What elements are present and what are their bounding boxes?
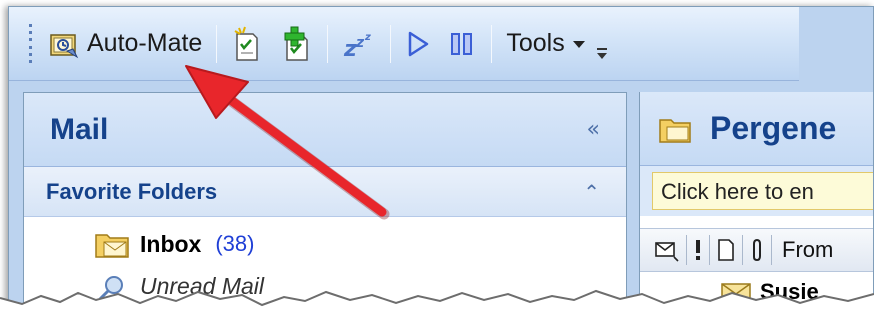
message-sender: Susie <box>760 279 819 304</box>
sleep-icon: z z z <box>343 32 371 59</box>
mail-title: Mail <box>50 112 109 146</box>
folder-header: Pergene <box>640 92 873 166</box>
play-button[interactable] <box>397 22 439 66</box>
new-task-button[interactable] <box>223 22 271 66</box>
toolbar-separator <box>327 24 329 63</box>
svg-text:z: z <box>355 35 365 51</box>
outlook-window: Auto-Mate z z z Tools Mail « Favorite Fo… <box>8 6 874 331</box>
unread-count: (38) <box>215 231 255 256</box>
toolbar-options-button[interactable] <box>595 22 615 66</box>
favorites-toggle-button[interactable]: ⌃ <box>583 180 600 204</box>
navigation-pane: Mail « Favorite Folders ⌃ Inbox (38) Unr… <box>23 92 627 330</box>
folder-name: Unread Mail <box>140 272 264 299</box>
folder-name: Inbox <box>140 230 202 257</box>
sleep-button[interactable]: z z z <box>334 22 384 66</box>
envelope-icon[interactable] <box>654 237 680 263</box>
document-icon[interactable] <box>716 237 736 263</box>
collapse-pane-button[interactable]: « <box>587 117 600 142</box>
message-row[interactable]: Susie <box>640 272 873 312</box>
dropdown-arrow-icon <box>572 40 585 48</box>
automate-button[interactable]: Auto-Mate <box>41 22 210 66</box>
toolbar-separator <box>216 24 218 63</box>
add-task-icon <box>284 26 309 61</box>
folder-item-unread-mail[interactable]: Unread Mail <box>24 265 626 307</box>
attachment-icon[interactable] <box>749 237 765 263</box>
pause-button[interactable] <box>439 22 485 66</box>
column-separator <box>742 235 743 265</box>
toolbar-separator <box>491 24 493 63</box>
tools-label: Tools <box>506 29 565 57</box>
column-separator <box>709 235 710 265</box>
toolbar-grip[interactable] <box>23 23 37 64</box>
column-separator <box>771 235 772 265</box>
folder-item-inbox[interactable]: Inbox (38) <box>24 223 626 265</box>
new-task-icon <box>234 26 259 61</box>
add-task-button[interactable] <box>271 22 321 66</box>
instant-search-input[interactable]: Click here to en <box>652 172 873 210</box>
column-separator <box>686 235 687 265</box>
column-from[interactable]: From <box>782 237 833 263</box>
play-icon <box>409 31 429 56</box>
favorite-folders-title: Favorite Folders <box>46 178 218 204</box>
toolbar-separator <box>390 24 392 63</box>
automate-icon <box>50 33 79 58</box>
importance-icon[interactable] <box>693 237 703 263</box>
toolbar-options-icon <box>596 47 607 59</box>
folder-title: Pergene <box>710 110 837 146</box>
column-header-row: From <box>640 228 873 272</box>
svg-text:z: z <box>343 37 357 59</box>
automate-toolbar: Auto-Mate z z z Tools <box>9 7 799 81</box>
pause-icon <box>451 32 473 55</box>
automate-label: Auto-Mate <box>87 29 203 57</box>
envelope-icon <box>721 283 751 303</box>
instant-search-row: Click here to en <box>640 166 873 216</box>
search-folder-icon <box>98 276 123 301</box>
folder-icon <box>95 234 129 258</box>
folder-icon <box>659 118 691 143</box>
message-list-pane: Pergene Click here to en From Susie <box>639 92 873 330</box>
svg-text:z: z <box>364 32 371 43</box>
mail-header: Mail « <box>24 93 626 167</box>
tools-menu-button[interactable]: Tools <box>498 22 594 66</box>
favorite-folders-header[interactable]: Favorite Folders ⌃ <box>24 167 626 217</box>
